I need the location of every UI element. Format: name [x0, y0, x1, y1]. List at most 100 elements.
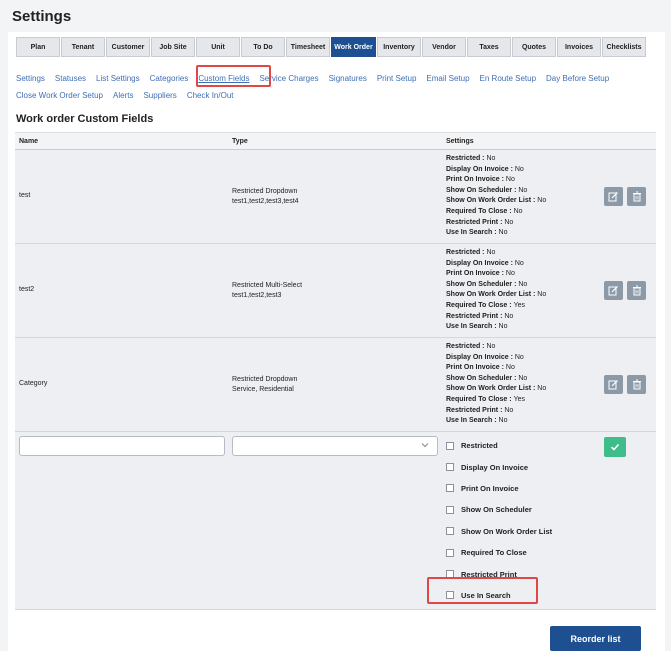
setting-line: Show On Work Order List : No — [446, 291, 547, 299]
tab-unit[interactable]: Unit — [196, 37, 240, 57]
tab-timesheet[interactable]: Timesheet — [286, 37, 330, 57]
field-type: Restricted Multi-Select test1,test2,test3 — [232, 281, 302, 301]
header-name: Name — [19, 138, 39, 145]
tab-quotes[interactable]: Quotes — [512, 37, 556, 57]
option-label: Restricted — [461, 441, 498, 451]
subnav-signatures[interactable]: Signatures — [329, 74, 367, 83]
field-settings: Restricted : No Display On Invoice : No Pr… — [446, 342, 546, 427]
edit-button[interactable] — [604, 375, 623, 394]
setting-line: Restricted : No — [446, 155, 496, 162]
field-name-input[interactable] — [19, 436, 225, 456]
checkbox[interactable] — [446, 505, 454, 514]
subnav-alerts[interactable]: Alerts — [113, 91, 133, 100]
subnav-statuses[interactable]: Statuses — [55, 74, 86, 83]
trash-icon — [632, 285, 641, 296]
field-name: Category — [19, 380, 48, 387]
setting-line: Show On Scheduler : No — [446, 186, 528, 194]
setting-line: Display On Invoice : No — [446, 165, 524, 173]
reorder-list-button[interactable]: Reorder list — [550, 626, 641, 651]
tab-checklists[interactable]: Checklists — [602, 37, 646, 57]
page-title: Settings — [12, 8, 72, 25]
delete-button[interactable] — [627, 187, 646, 206]
field-type-select[interactable] — [232, 436, 438, 456]
tab-inventory[interactable]: Inventory — [377, 37, 421, 57]
option-label: Show On Work Order List — [461, 526, 553, 536]
subnav-suppliers[interactable]: Suppliers — [143, 91, 176, 100]
tab-taxes[interactable]: Taxes — [467, 37, 511, 57]
setting-line: Required To Close : Yes — [446, 395, 525, 403]
tab-job-site[interactable]: Job Site — [151, 37, 195, 57]
setting-line: Restricted Print : No — [446, 406, 514, 414]
setting-line: Restricted : No — [446, 249, 496, 256]
tab-to-do[interactable]: To Do — [241, 37, 285, 57]
setting-line: Show On Scheduler : No — [446, 280, 528, 288]
tab-work-order[interactable]: Work Order — [331, 37, 376, 57]
tab-plan[interactable]: Plan — [16, 37, 60, 57]
option-restricted: Restricted — [446, 435, 552, 456]
chevron-down-icon — [421, 441, 429, 451]
field-type-label: Restricted Multi-Select — [232, 282, 303, 289]
edit-icon — [608, 286, 618, 296]
option-required-to-close: Required To Close — [446, 542, 552, 563]
subnav-day-before-setup[interactable]: Day Before Setup — [546, 74, 609, 83]
option-display-on-invoice: Display On Invoice — [446, 456, 552, 477]
setting-line: Restricted Print : No — [446, 312, 514, 320]
delete-button[interactable] — [627, 281, 646, 300]
field-type: Restricted Dropdown test1,test2,test3,tes… — [232, 187, 299, 207]
tab-vendor[interactable]: Vendor — [422, 37, 466, 57]
table-row: test2 Restricted Multi-Select test1,test2,… — [15, 244, 656, 338]
setting-line: Show On Work Order List : No — [446, 385, 547, 393]
checkbox[interactable] — [446, 441, 454, 450]
setting-line: Use In Search : No — [446, 323, 508, 331]
section-title: Work order Custom Fields — [16, 113, 154, 125]
tab-tenant[interactable]: Tenant — [61, 37, 105, 57]
setting-line: Restricted : No — [446, 343, 496, 350]
field-settings: Restricted : No Display On Invoice : No Pr… — [446, 248, 546, 333]
save-field-button[interactable] — [604, 437, 626, 457]
setting-line: Required To Close : No — [446, 207, 523, 215]
edit-icon — [608, 380, 618, 390]
setting-line: Use In Search : No — [446, 229, 508, 237]
setting-line: Display On Invoice : No — [446, 259, 524, 267]
trash-icon — [632, 191, 641, 202]
subnav-close-work-order-setup[interactable]: Close Work Order Setup — [16, 91, 103, 100]
option-label: Show On Scheduler — [461, 505, 532, 515]
subnav-settings[interactable]: Settings — [16, 74, 45, 83]
subnav-list-settings[interactable]: List Settings — [96, 74, 140, 83]
setting-line: Display On Invoice : No — [446, 353, 524, 361]
subnav-email-setup[interactable]: Email Setup — [426, 74, 469, 83]
option-label: Display On Invoice — [461, 462, 529, 472]
custom-fields-highlight — [196, 65, 271, 87]
subnav-categories[interactable]: Categories — [150, 74, 189, 83]
field-type-values: Service, Residential — [232, 386, 294, 393]
setting-line: Print On Invoice : No — [446, 364, 515, 372]
subnav-en-route-setup[interactable]: En Route Setup — [480, 74, 536, 83]
option-print-on-invoice: Print On Invoice — [446, 478, 552, 499]
checkbox[interactable] — [446, 548, 454, 557]
trash-icon — [632, 379, 641, 390]
edit-icon — [608, 192, 618, 202]
delete-button[interactable] — [627, 375, 646, 394]
tab-customer[interactable]: Customer — [106, 37, 150, 57]
tab-invoices[interactable]: Invoices — [557, 37, 601, 57]
check-icon — [610, 443, 620, 451]
subnav-check-in-out[interactable]: Check In/Out — [187, 91, 234, 100]
subnav-print-setup[interactable]: Print Setup — [377, 74, 417, 83]
sub-navigation: Settings Statuses List Settings Categories C… — [16, 70, 656, 104]
option-label: Print On Invoice — [461, 483, 519, 493]
field-name: test2 — [19, 286, 35, 293]
use-in-search-highlight — [427, 577, 538, 604]
edit-button[interactable] — [604, 187, 623, 206]
main-tabs: Plan Tenant Customer Job Site Unit To Do Times… — [16, 37, 647, 57]
field-type-label: Restricted Dropdown — [232, 188, 298, 195]
checkbox[interactable] — [446, 484, 454, 493]
field-type-values: test1,test2,test3 — [232, 292, 282, 299]
field-type-label: Restricted Dropdown — [232, 376, 298, 383]
checkbox[interactable] — [446, 463, 454, 472]
setting-line: Show On Work Order List : No — [446, 197, 547, 205]
checkbox[interactable] — [446, 527, 454, 536]
field-type-values: test1,test2,test3,test4 — [232, 198, 299, 205]
custom-fields-table: Name Type Settings test Restricted Dropdo… — [15, 132, 656, 610]
edit-button[interactable] — [604, 281, 623, 300]
header-settings: Settings — [446, 138, 474, 145]
